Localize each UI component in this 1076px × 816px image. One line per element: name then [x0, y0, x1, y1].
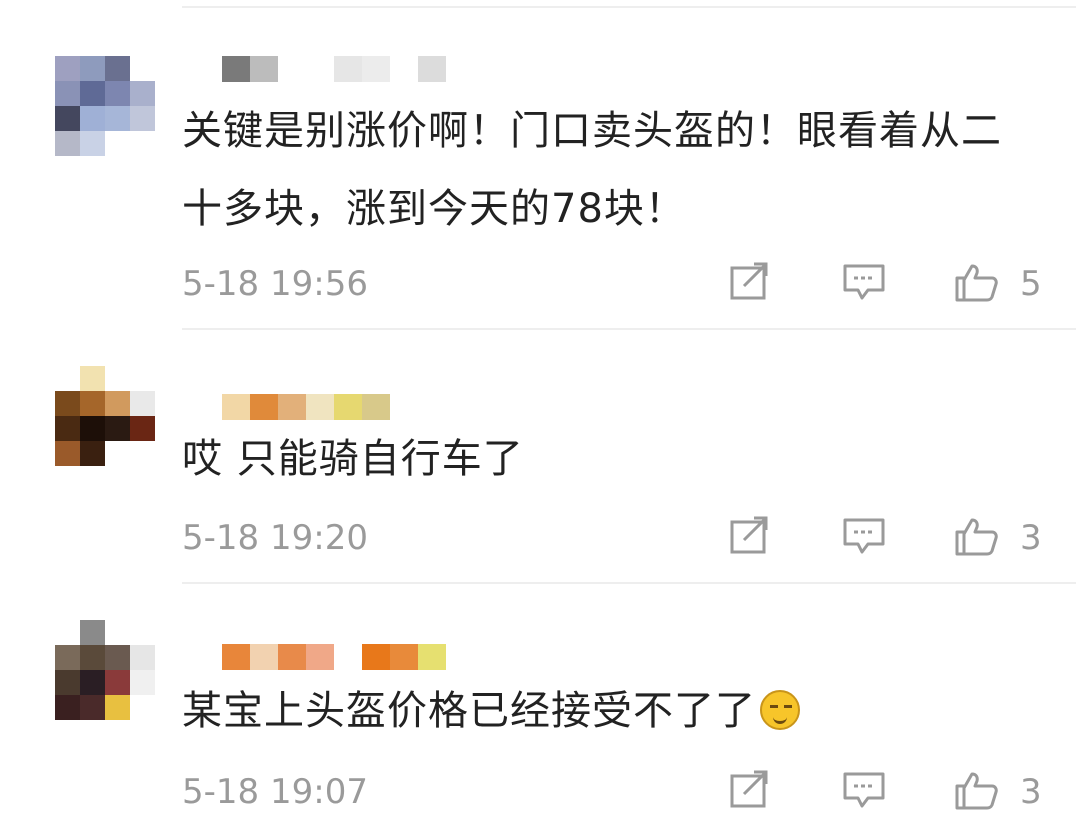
like-count: 5: [1020, 264, 1042, 304]
share-icon[interactable]: [728, 516, 772, 556]
awkward-smile-emoji-icon: [760, 690, 800, 730]
timestamp: 5-18 19:56: [182, 264, 368, 304]
thumbs-up-icon[interactable]: [954, 516, 998, 556]
avatar[interactable]: [55, 366, 155, 466]
comment-divider: [182, 582, 1076, 584]
thumbs-up-icon[interactable]: [954, 770, 998, 810]
like-count: 3: [1020, 772, 1042, 812]
comment-text: 某宝上头盔价格已经接受不了了: [182, 672, 1016, 750]
comment-text: 关键是别涨价啊！门口卖头盔的！眼看着从二十多块，涨到今天的78块！: [182, 108, 1002, 232]
timestamp: 5-18 19:20: [182, 518, 368, 558]
comment-meta: 5-18 19:07 3: [182, 764, 1076, 814]
comment-text-body: 某宝上头盔价格已经接受不了了: [182, 688, 756, 734]
timestamp: 5-18 19:07: [182, 772, 368, 812]
share-icon[interactable]: [728, 262, 772, 302]
comment-text: 哎 只能骑自行车了: [182, 436, 524, 482]
comment-meta: 5-18 19:56 5: [182, 256, 1076, 306]
comment-meta: 5-18 19:20 3: [182, 510, 1076, 560]
username-pixelated[interactable]: [222, 394, 390, 420]
comment-icon[interactable]: [842, 516, 886, 556]
comment-icon[interactable]: [842, 262, 886, 302]
top-divider: [182, 6, 1076, 8]
avatar[interactable]: [55, 620, 155, 720]
thumbs-up-icon[interactable]: [954, 262, 998, 302]
avatar[interactable]: [55, 56, 155, 156]
like-count: 3: [1020, 518, 1042, 558]
username-pixelated[interactable]: [222, 644, 446, 670]
share-icon[interactable]: [728, 770, 772, 810]
comment-divider: [182, 328, 1076, 330]
comment-icon[interactable]: [842, 770, 886, 810]
username-pixelated[interactable]: [222, 56, 446, 82]
